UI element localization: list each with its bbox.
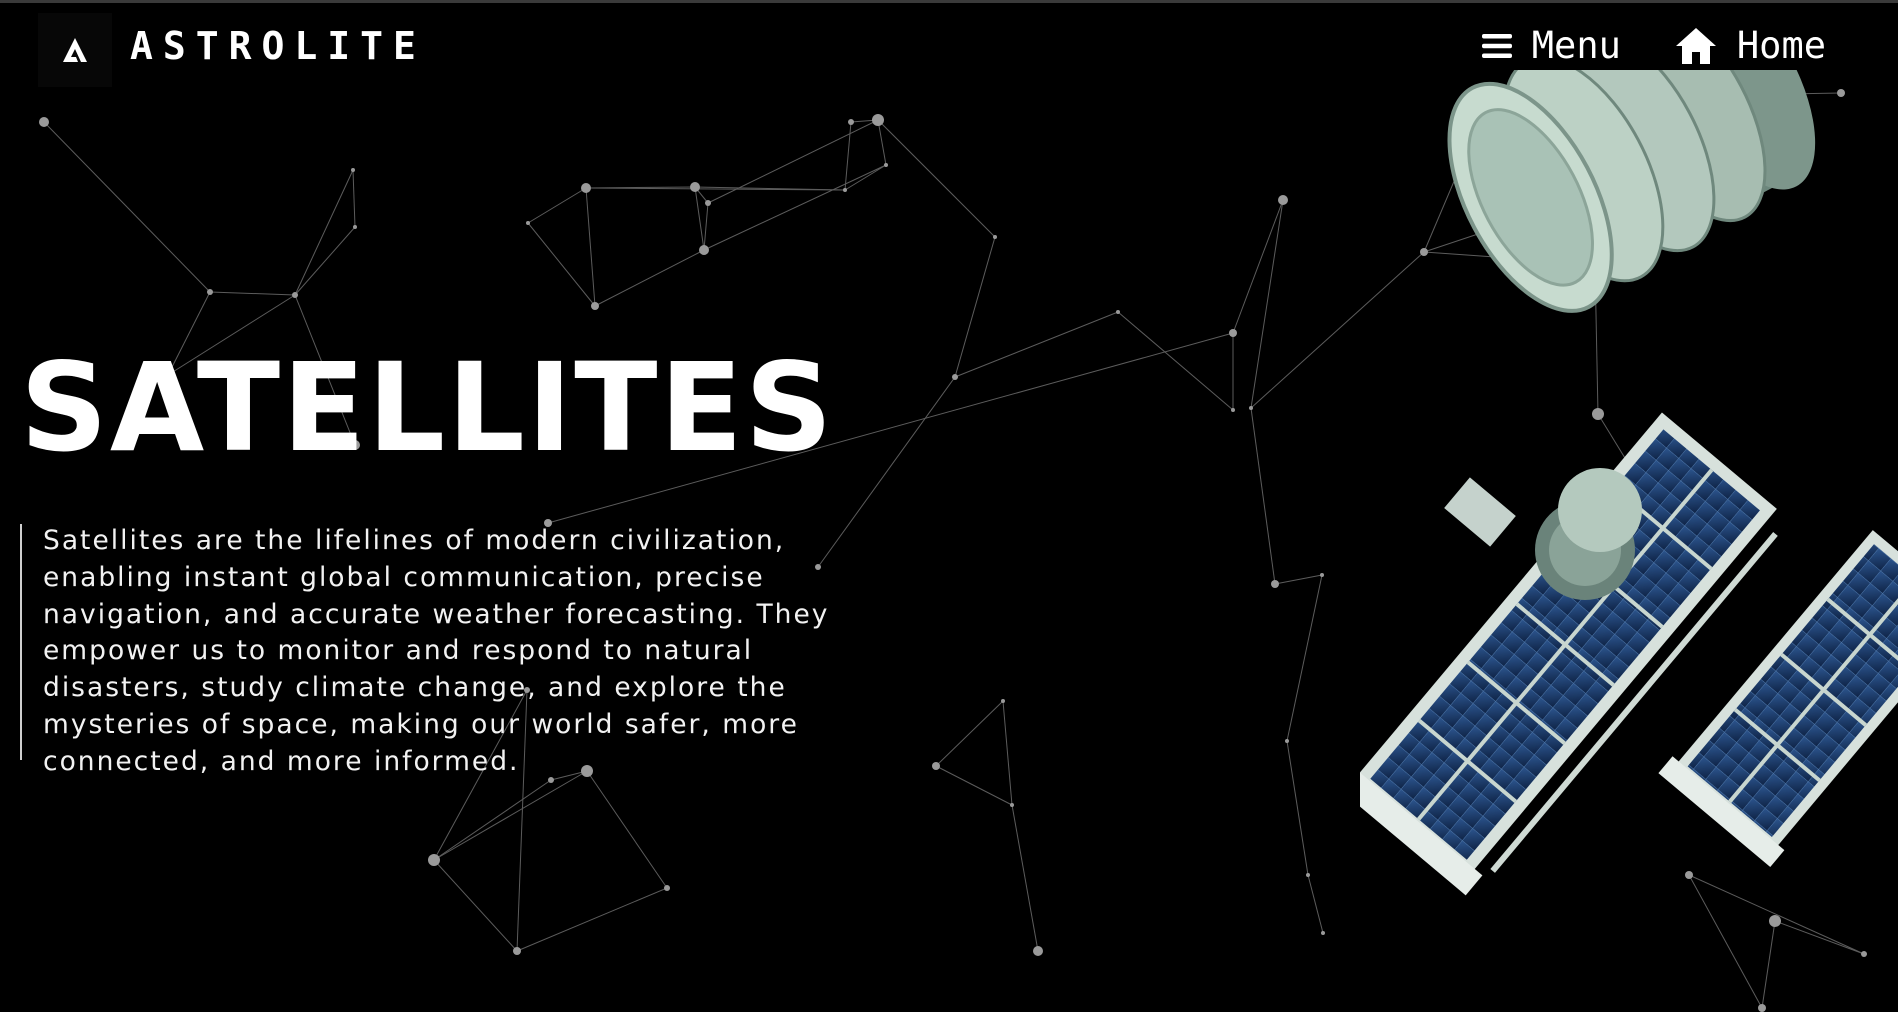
network-node [993, 235, 997, 239]
home-button[interactable]: Home [1675, 23, 1826, 69]
network-node [292, 292, 298, 298]
network-link [43, 121, 211, 293]
network-node [1033, 946, 1043, 956]
home-label: Home [1736, 24, 1826, 67]
network-link [844, 121, 852, 191]
network-link [954, 311, 1119, 378]
network-link [433, 859, 518, 952]
network-node [581, 183, 591, 193]
network-link [352, 169, 356, 228]
network-link [516, 887, 668, 952]
network-node [1321, 931, 1325, 935]
network-link [707, 119, 879, 204]
network-node [513, 947, 521, 955]
network-node [351, 168, 355, 172]
satellite-illustration [1360, 70, 1898, 896]
network-link [1011, 804, 1039, 952]
network-node [1229, 329, 1237, 337]
network-node [699, 245, 709, 255]
network-node [1271, 580, 1279, 588]
network-node [952, 374, 958, 380]
network-link [877, 119, 996, 238]
network-node [1010, 803, 1014, 807]
network-node [39, 117, 49, 127]
network-link [1232, 199, 1284, 334]
network-link [585, 187, 596, 307]
hero-description: Satellites are the lifelines of modern c… [43, 525, 830, 777]
brand-name[interactable]: ASTROLITE [130, 23, 426, 69]
network-link [294, 226, 356, 296]
network-node [428, 854, 440, 866]
astrolite-a-icon [63, 38, 87, 62]
network-node [1249, 406, 1253, 410]
page-title: SATELLITES [20, 337, 835, 479]
network-node [690, 182, 700, 192]
network-node [1306, 873, 1310, 877]
network-link [935, 700, 1004, 767]
menu-label: Menu [1531, 24, 1621, 67]
network-link [527, 222, 596, 307]
network-link [1250, 407, 1276, 585]
network-link [1250, 199, 1284, 409]
network-link [1117, 311, 1234, 411]
network-node [591, 302, 599, 310]
network-link [1002, 700, 1013, 806]
network-link [594, 249, 705, 307]
network-node [1001, 699, 1005, 703]
network-node [1116, 310, 1120, 314]
network-link [1274, 574, 1323, 585]
nav-links: Menu Home [1481, 23, 1826, 69]
network-link [703, 202, 709, 251]
top-navigation-bar: ASTROLITE Menu Home [0, 3, 1898, 89]
hamburger-icon [1481, 32, 1512, 60]
network-node [353, 225, 357, 229]
home-icon [1675, 27, 1717, 65]
network-node [1320, 573, 1324, 577]
network-node [705, 200, 711, 206]
network-node [207, 289, 213, 295]
network-node [884, 163, 888, 167]
network-node [664, 885, 670, 891]
cylinder-module [1447, 70, 1816, 313]
network-link [844, 164, 887, 191]
network-node [932, 762, 940, 770]
network-node [526, 221, 530, 225]
network-link [433, 770, 588, 861]
network-node [843, 188, 847, 192]
network-node [1278, 195, 1288, 205]
network-link [586, 770, 668, 889]
network-link [527, 187, 587, 224]
network-link [1286, 574, 1323, 742]
network-link [433, 779, 552, 861]
network-node [1231, 408, 1235, 412]
network-node [872, 114, 884, 126]
network-link [703, 164, 887, 251]
description-accent-bar [20, 524, 22, 760]
network-link [1286, 740, 1309, 876]
network-node [848, 119, 854, 125]
network-link [294, 169, 354, 296]
network-link [209, 291, 296, 296]
network-link [935, 765, 1013, 806]
menu-button[interactable]: Menu [1481, 23, 1621, 69]
logo-button[interactable] [38, 13, 112, 87]
network-node [1285, 739, 1289, 743]
network-link [954, 236, 996, 378]
network-link [1307, 874, 1324, 934]
